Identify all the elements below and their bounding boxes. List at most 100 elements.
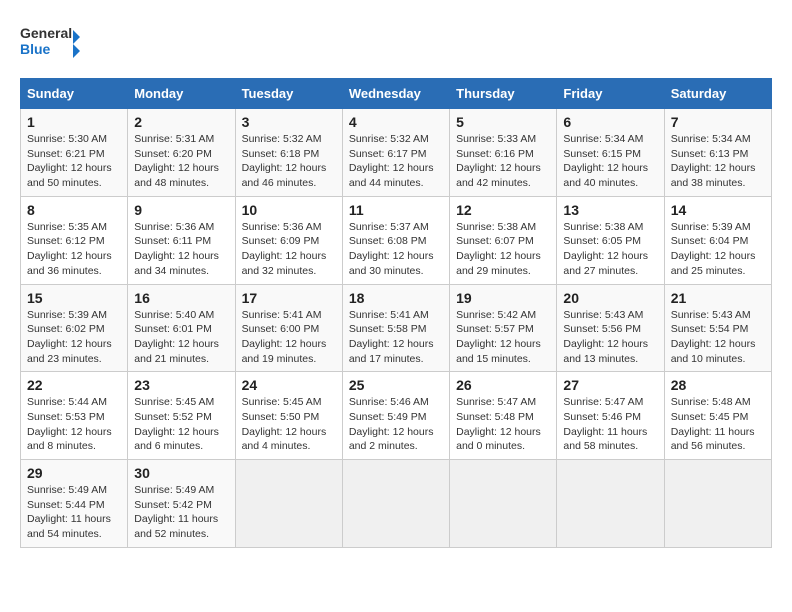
calendar-cell: 13 Sunrise: 5:38 AM Sunset: 6:05 PM Dayli… xyxy=(557,196,664,284)
calendar-header-row: SundayMondayTuesdayWednesdayThursdayFrid… xyxy=(21,79,772,109)
calendar-cell: 9 Sunrise: 5:36 AM Sunset: 6:11 PM Daylig… xyxy=(128,196,235,284)
day-info: Sunrise: 5:40 AM Sunset: 6:01 PM Dayligh… xyxy=(134,308,228,367)
day-info: Sunrise: 5:37 AM Sunset: 6:08 PM Dayligh… xyxy=(349,220,443,279)
day-number: 13 xyxy=(563,202,657,218)
header-sunday: Sunday xyxy=(21,79,128,109)
day-info: Sunrise: 5:34 AM Sunset: 6:15 PM Dayligh… xyxy=(563,132,657,191)
day-info: Sunrise: 5:45 AM Sunset: 5:50 PM Dayligh… xyxy=(242,395,336,454)
header-monday: Monday xyxy=(128,79,235,109)
day-info: Sunrise: 5:41 AM Sunset: 5:58 PM Dayligh… xyxy=(349,308,443,367)
day-info: Sunrise: 5:38 AM Sunset: 6:07 PM Dayligh… xyxy=(456,220,550,279)
calendar-cell: 20 Sunrise: 5:43 AM Sunset: 5:56 PM Dayli… xyxy=(557,284,664,372)
day-number: 2 xyxy=(134,114,228,130)
day-number: 17 xyxy=(242,290,336,306)
calendar-cell: 25 Sunrise: 5:46 AM Sunset: 5:49 PM Dayli… xyxy=(342,372,449,460)
header-friday: Friday xyxy=(557,79,664,109)
calendar-cell: 27Sunrise: 5:47 AM Sunset: 5:46 PM Dayli… xyxy=(557,372,664,460)
calendar-cell xyxy=(235,460,342,548)
calendar-cell: 4 Sunrise: 5:32 AM Sunset: 6:17 PM Daylig… xyxy=(342,109,449,197)
day-number: 5 xyxy=(456,114,550,130)
calendar-cell: 19 Sunrise: 5:42 AM Sunset: 5:57 PM Dayli… xyxy=(450,284,557,372)
calendar-cell: 10 Sunrise: 5:36 AM Sunset: 6:09 PM Dayli… xyxy=(235,196,342,284)
day-number: 12 xyxy=(456,202,550,218)
calendar-cell: 30Sunrise: 5:49 AM Sunset: 5:42 PM Dayli… xyxy=(128,460,235,548)
day-number: 4 xyxy=(349,114,443,130)
calendar-week-1: 1 Sunrise: 5:30 AM Sunset: 6:21 PM Daylig… xyxy=(21,109,772,197)
day-number: 21 xyxy=(671,290,765,306)
day-info: Sunrise: 5:48 AM Sunset: 5:45 PM Dayligh… xyxy=(671,395,765,454)
day-number: 23 xyxy=(134,377,228,393)
day-info: Sunrise: 5:34 AM Sunset: 6:13 PM Dayligh… xyxy=(671,132,765,191)
calendar-cell: 18 Sunrise: 5:41 AM Sunset: 5:58 PM Dayli… xyxy=(342,284,449,372)
day-info: Sunrise: 5:30 AM Sunset: 6:21 PM Dayligh… xyxy=(27,132,121,191)
day-number: 1 xyxy=(27,114,121,130)
header-saturday: Saturday xyxy=(664,79,771,109)
calendar-week-5: 29 Sunrise: 5:49 AM Sunset: 5:44 PM Dayli… xyxy=(21,460,772,548)
day-number: 22 xyxy=(27,377,121,393)
day-info: Sunrise: 5:43 AM Sunset: 5:56 PM Dayligh… xyxy=(563,308,657,367)
day-info: Sunrise: 5:43 AM Sunset: 5:54 PM Dayligh… xyxy=(671,308,765,367)
day-info: Sunrise: 5:42 AM Sunset: 5:57 PM Dayligh… xyxy=(456,308,550,367)
calendar-cell: 7 Sunrise: 5:34 AM Sunset: 6:13 PM Daylig… xyxy=(664,109,771,197)
calendar-cell xyxy=(557,460,664,548)
svg-text:General: General xyxy=(20,25,72,41)
calendar-cell xyxy=(342,460,449,548)
day-number: 3 xyxy=(242,114,336,130)
calendar-cell xyxy=(664,460,771,548)
calendar-cell: 22 Sunrise: 5:44 AM Sunset: 5:53 PM Dayli… xyxy=(21,372,128,460)
day-number: 8 xyxy=(27,202,121,218)
day-info: Sunrise: 5:31 AM Sunset: 6:20 PM Dayligh… xyxy=(134,132,228,191)
calendar-week-3: 15 Sunrise: 5:39 AM Sunset: 6:02 PM Dayli… xyxy=(21,284,772,372)
day-number: 18 xyxy=(349,290,443,306)
day-number: 25 xyxy=(349,377,443,393)
day-number: 10 xyxy=(242,202,336,218)
day-info: Sunrise: 5:45 AM Sunset: 5:52 PM Dayligh… xyxy=(134,395,228,454)
calendar-cell: 6 Sunrise: 5:34 AM Sunset: 6:15 PM Daylig… xyxy=(557,109,664,197)
day-info: Sunrise: 5:46 AM Sunset: 5:49 PM Dayligh… xyxy=(349,395,443,454)
day-info: Sunrise: 5:38 AM Sunset: 6:05 PM Dayligh… xyxy=(563,220,657,279)
calendar-cell: 14 Sunrise: 5:39 AM Sunset: 6:04 PM Dayli… xyxy=(664,196,771,284)
page-header: General Blue xyxy=(20,20,772,68)
day-info: Sunrise: 5:33 AM Sunset: 6:16 PM Dayligh… xyxy=(456,132,550,191)
day-info: Sunrise: 5:32 AM Sunset: 6:18 PM Dayligh… xyxy=(242,132,336,191)
calendar-cell: 5 Sunrise: 5:33 AM Sunset: 6:16 PM Daylig… xyxy=(450,109,557,197)
calendar-cell: 11 Sunrise: 5:37 AM Sunset: 6:08 PM Dayli… xyxy=(342,196,449,284)
calendar-cell: 12 Sunrise: 5:38 AM Sunset: 6:07 PM Dayli… xyxy=(450,196,557,284)
calendar-cell: 8 Sunrise: 5:35 AM Sunset: 6:12 PM Daylig… xyxy=(21,196,128,284)
day-info: Sunrise: 5:36 AM Sunset: 6:11 PM Dayligh… xyxy=(134,220,228,279)
day-number: 27 xyxy=(563,377,657,393)
header-tuesday: Tuesday xyxy=(235,79,342,109)
day-info: Sunrise: 5:32 AM Sunset: 6:17 PM Dayligh… xyxy=(349,132,443,191)
calendar-table: SundayMondayTuesdayWednesdayThursdayFrid… xyxy=(20,78,772,548)
day-number: 9 xyxy=(134,202,228,218)
day-number: 11 xyxy=(349,202,443,218)
calendar-cell: 3 Sunrise: 5:32 AM Sunset: 6:18 PM Daylig… xyxy=(235,109,342,197)
day-number: 29 xyxy=(27,465,121,481)
calendar-cell: 15 Sunrise: 5:39 AM Sunset: 6:02 PM Dayli… xyxy=(21,284,128,372)
day-number: 14 xyxy=(671,202,765,218)
day-info: Sunrise: 5:41 AM Sunset: 6:00 PM Dayligh… xyxy=(242,308,336,367)
day-number: 26 xyxy=(456,377,550,393)
day-info: Sunrise: 5:35 AM Sunset: 6:12 PM Dayligh… xyxy=(27,220,121,279)
day-info: Sunrise: 5:44 AM Sunset: 5:53 PM Dayligh… xyxy=(27,395,121,454)
day-info: Sunrise: 5:39 AM Sunset: 6:04 PM Dayligh… xyxy=(671,220,765,279)
day-number: 19 xyxy=(456,290,550,306)
calendar-week-2: 8 Sunrise: 5:35 AM Sunset: 6:12 PM Daylig… xyxy=(21,196,772,284)
calendar-cell: 17 Sunrise: 5:41 AM Sunset: 6:00 PM Dayli… xyxy=(235,284,342,372)
day-number: 7 xyxy=(671,114,765,130)
day-number: 6 xyxy=(563,114,657,130)
day-number: 24 xyxy=(242,377,336,393)
calendar-cell: 16Sunrise: 5:40 AM Sunset: 6:01 PM Dayli… xyxy=(128,284,235,372)
calendar-week-4: 22 Sunrise: 5:44 AM Sunset: 5:53 PM Dayli… xyxy=(21,372,772,460)
day-number: 15 xyxy=(27,290,121,306)
header-thursday: Thursday xyxy=(450,79,557,109)
day-number: 20 xyxy=(563,290,657,306)
calendar-cell xyxy=(450,460,557,548)
day-info: Sunrise: 5:36 AM Sunset: 6:09 PM Dayligh… xyxy=(242,220,336,279)
calendar-cell: 28Sunrise: 5:48 AM Sunset: 5:45 PM Dayli… xyxy=(664,372,771,460)
calendar-cell: 26Sunrise: 5:47 AM Sunset: 5:48 PM Dayli… xyxy=(450,372,557,460)
day-info: Sunrise: 5:49 AM Sunset: 5:44 PM Dayligh… xyxy=(27,483,121,542)
calendar-cell: 21 Sunrise: 5:43 AM Sunset: 5:54 PM Dayli… xyxy=(664,284,771,372)
calendar-cell: 29 Sunrise: 5:49 AM Sunset: 5:44 PM Dayli… xyxy=(21,460,128,548)
day-info: Sunrise: 5:39 AM Sunset: 6:02 PM Dayligh… xyxy=(27,308,121,367)
